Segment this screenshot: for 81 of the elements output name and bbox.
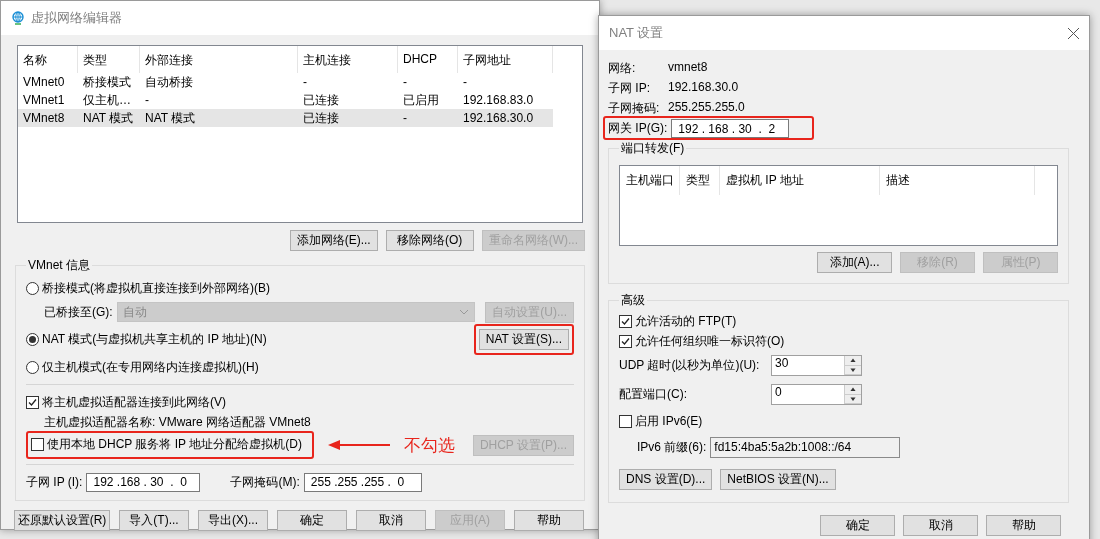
info-label: 子网掩码:: [608, 100, 661, 117]
table-cell[interactable]: 已连接: [298, 91, 398, 109]
table-cell[interactable]: -: [398, 73, 458, 91]
column-header[interactable]: 类型: [78, 46, 140, 73]
table-cell[interactable]: -: [398, 109, 458, 127]
table-cell[interactable]: -: [458, 73, 553, 91]
checkbox-option[interactable]: 允许任何组织唯一标识符(O): [619, 332, 785, 350]
column-header[interactable]: 主机端口: [620, 166, 680, 195]
dialog-button[interactable]: 取消: [356, 510, 426, 531]
radio-option[interactable]: NAT 模式(与虚拟机共享主机的 IP 地址)(N): [26, 331, 267, 348]
field-label: 子网 IP (I):: [26, 473, 83, 491]
table-cell[interactable]: NAT 模式: [140, 109, 298, 127]
table-cell[interactable]: VMnet1: [18, 91, 78, 109]
table-cell[interactable]: 192.168.83.0: [458, 91, 553, 109]
dialog-button[interactable]: 导出(X)...: [198, 510, 268, 531]
annotation-text: 不勾选: [404, 434, 455, 457]
table-cell[interactable]: VMnet8: [18, 109, 78, 127]
port-button[interactable]: 添加(A)...: [817, 252, 892, 273]
checkbox-option[interactable]: 使用本地 DHCP 服务将 IP 地址分配给虚拟机(D): [31, 436, 302, 453]
group-title: 高级: [620, 292, 646, 309]
table-cell[interactable]: VMnet0: [18, 73, 78, 91]
adapter-name: 主机虚拟适配器名称: VMware 网络适配器 VMnet8: [44, 414, 311, 431]
dialog-button[interactable]: 还原默认设置(R): [14, 510, 110, 531]
group-title: VMnet 信息: [27, 257, 91, 274]
info-value: 255.255.255.0: [668, 100, 746, 116]
dialog-button[interactable]: 导入(T)...: [119, 510, 189, 531]
column-header[interactable]: 外部连接: [140, 46, 298, 73]
dialog-button[interactable]: 帮助: [514, 510, 584, 531]
dialog-button[interactable]: 帮助: [986, 515, 1061, 536]
field-label: 网关 IP(G):: [608, 120, 668, 137]
column-header[interactable]: 主机连接: [298, 46, 398, 73]
table-cell[interactable]: 自动桥接: [140, 73, 298, 91]
column-header[interactable]: 类型: [680, 166, 720, 195]
field-label: 已桥接至(G):: [44, 303, 113, 321]
window-title: 虚拟网络编辑器: [31, 9, 122, 27]
column-header[interactable]: 子网地址: [458, 46, 553, 73]
column-header[interactable]: 虚拟机 IP 地址: [720, 166, 880, 195]
column-header[interactable]: 名称: [18, 46, 78, 73]
checkbox-option[interactable]: 将主机虚拟适配器连接到此网络(V): [26, 393, 226, 411]
subnet-ip-field[interactable]: 192 .168 . 30 . 0: [86, 472, 201, 492]
group-title: 端口转发(F): [620, 140, 686, 157]
number-spinner[interactable]: 0: [771, 384, 862, 405]
list-button[interactable]: 添加网络(E)...: [289, 230, 378, 251]
dialog-button[interactable]: 取消: [903, 515, 978, 536]
info-label: 子网 IP:: [608, 80, 651, 97]
info-label: 网络:: [608, 60, 637, 77]
field-label: UDP 超时(以秒为单位)(U):: [619, 357, 761, 374]
settings-button[interactable]: NetBIOS 设置(N)...: [720, 469, 836, 490]
dialog-button[interactable]: 确定: [820, 515, 895, 536]
list-button[interactable]: 移除网络(O): [385, 230, 474, 251]
checkbox-option[interactable]: 启用 IPv6(E): [619, 412, 703, 430]
table-cell[interactable]: -: [140, 91, 298, 109]
table-cell[interactable]: -: [298, 73, 398, 91]
table-cell[interactable]: 已连接: [298, 109, 398, 127]
field-label: 子网掩码(M):: [230, 473, 300, 491]
field-label: IPv6 前缀(6):: [637, 438, 707, 456]
table-cell[interactable]: 已启用: [398, 91, 458, 109]
check-icon: [28, 397, 37, 407]
settings-button[interactable]: DNS 设置(D)...: [619, 469, 713, 490]
checkbox-option[interactable]: 允许活动的 FTP(T): [619, 312, 737, 330]
nat-settings-button[interactable]: NAT 设置(S)...: [478, 329, 569, 350]
column-header[interactable]: DHCP: [398, 46, 458, 73]
globe-icon: [11, 11, 25, 25]
gateway-ip-field[interactable]: 192 . 168 . 30 . 2: [671, 119, 790, 138]
field-label: 配置端口(C):: [619, 386, 688, 403]
subnet-mask-field[interactable]: 255 .255 .255 . 0: [303, 472, 422, 492]
window-title: NAT 设置: [609, 24, 664, 42]
table-cell[interactable]: 仅主机…: [78, 91, 140, 109]
chevron-down-icon: [459, 309, 470, 315]
radio-option[interactable]: 仅主机模式(在专用网络内连接虚拟机)(H): [26, 358, 259, 376]
table-cell[interactable]: 192.168.30.0: [458, 109, 553, 127]
info-value: 192.168.30.0: [668, 80, 740, 96]
dialog-button[interactable]: 确定: [277, 510, 347, 531]
table-cell[interactable]: NAT 模式: [78, 109, 140, 127]
info-value: vmnet8: [668, 60, 709, 76]
column-header[interactable]: 描述: [880, 166, 1035, 195]
table-cell[interactable]: 桥接模式: [78, 73, 140, 91]
radio-option[interactable]: 桥接模式(将虚拟机直接连接到外部网络)(B): [26, 279, 270, 297]
arrow-icon: [328, 439, 390, 451]
close-icon[interactable]: [1068, 27, 1079, 39]
number-spinner[interactable]: 30: [771, 355, 862, 376]
